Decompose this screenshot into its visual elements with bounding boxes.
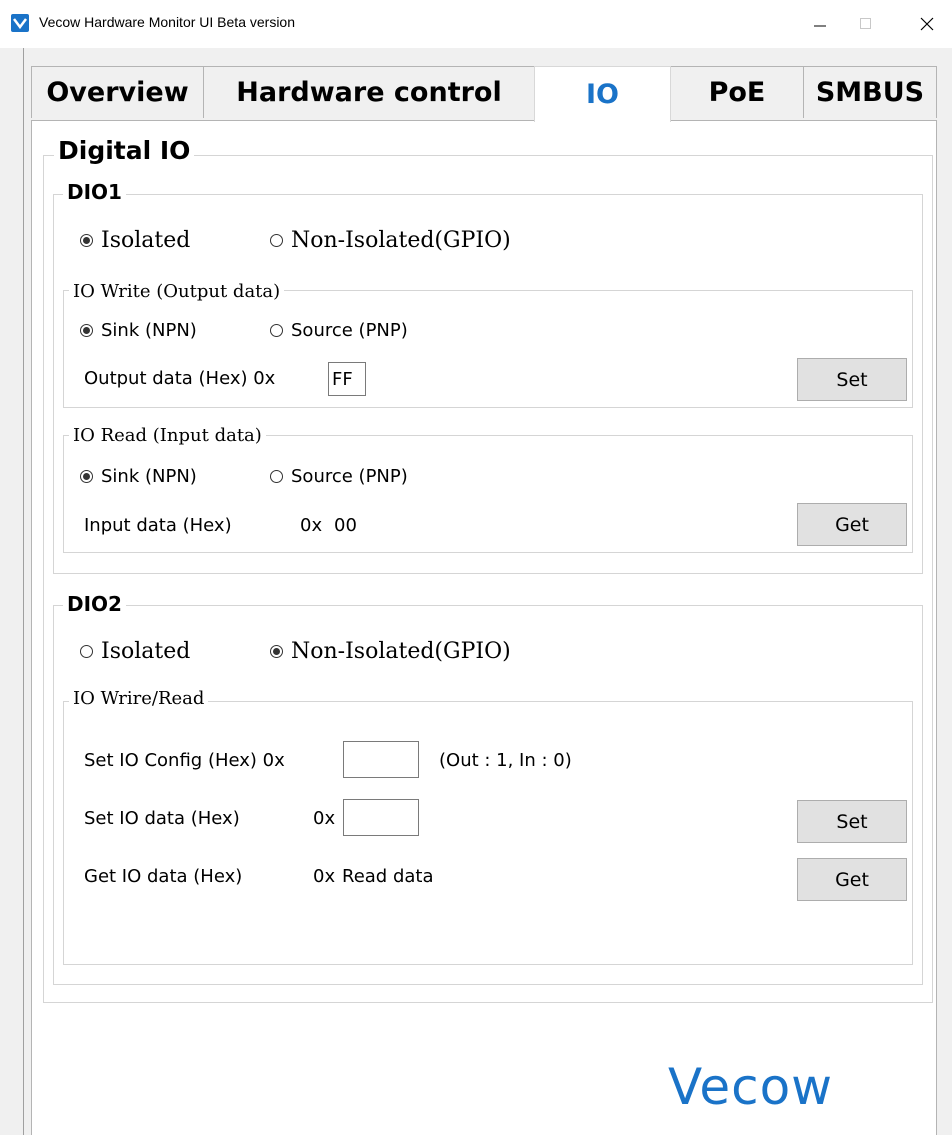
button-label: Set	[836, 810, 868, 833]
close-icon	[920, 17, 934, 31]
io-write-group	[63, 290, 913, 408]
dio1-non-isolated-radio[interactable]: Non-Isolated(GPIO)	[270, 228, 511, 253]
tab-hardware-control[interactable]: Hardware control	[203, 66, 535, 118]
dio2-set-button[interactable]: Set	[797, 800, 907, 843]
dio2-get-button[interactable]: Get	[797, 858, 907, 901]
radio-label: Source (PNP)	[291, 466, 408, 487]
tab-label: Overview	[46, 77, 189, 108]
output-data-input[interactable]	[328, 362, 366, 396]
dio1-isolated-radio[interactable]: Isolated	[80, 228, 190, 253]
radio-label: Sink (NPN)	[101, 466, 197, 487]
dio2-title: DIO2	[63, 592, 126, 616]
tab-label: IO	[586, 79, 619, 110]
window-title: Vecow Hardware Monitor UI Beta version	[39, 14, 295, 30]
radio-label: Non-Isolated(GPIO)	[291, 228, 511, 253]
io-config-label: Set IO Config (Hex) 0x	[84, 750, 285, 771]
set-io-data-label: Set IO data (Hex)	[84, 808, 240, 829]
io-config-input[interactable]	[343, 741, 419, 778]
radio-dot	[270, 645, 283, 658]
tab-overview[interactable]: Overview	[31, 66, 204, 118]
get-io-data-value: Read data	[342, 866, 434, 887]
dio2-non-isolated-radio[interactable]: Non-Isolated(GPIO)	[270, 639, 511, 664]
io-write-title: IO Write (Output data)	[69, 281, 285, 302]
get-io-data-prefix: 0x	[313, 866, 336, 887]
maximize-button[interactable]	[843, 0, 889, 48]
tab-label: Hardware control	[236, 77, 502, 108]
radio-dot	[80, 470, 93, 483]
set-io-data-prefix: 0x	[313, 808, 336, 829]
io-read-title: IO Read (Input data)	[69, 425, 266, 446]
tab-label: PoE	[708, 77, 766, 108]
radio-dot	[80, 645, 93, 658]
dio2-isolated-radio[interactable]: Isolated	[80, 639, 190, 664]
vecow-logo: Vecow	[668, 1058, 834, 1116]
dio1-set-button[interactable]: Set	[797, 358, 907, 401]
radio-dot	[270, 324, 283, 337]
radio-label: Source (PNP)	[291, 320, 408, 341]
output-data-label: Output data (Hex) 0x	[84, 368, 276, 389]
button-label: Get	[835, 868, 869, 891]
tab-label: SMBUS	[815, 77, 925, 108]
io-config-hint: (Out : 1, In : 0)	[439, 750, 572, 771]
dio1-get-button[interactable]: Get	[797, 503, 907, 546]
radio-label: Isolated	[101, 228, 191, 253]
radio-dot	[270, 234, 283, 247]
title-bar: Vecow Hardware Monitor UI Beta version	[0, 0, 952, 48]
io-write-read-title: IO Wrire/Read	[69, 688, 209, 709]
input-data-label: Input data (Hex)	[84, 515, 232, 536]
io-write-read-group	[63, 701, 913, 965]
app-icon	[11, 14, 29, 32]
minimize-icon	[814, 25, 826, 27]
radio-dot	[80, 324, 93, 337]
get-io-data-label: Get IO data (Hex)	[84, 866, 243, 887]
close-button[interactable]	[904, 0, 950, 48]
dio1-title: DIO1	[63, 180, 126, 204]
maximize-icon	[860, 18, 871, 29]
tab-io[interactable]: IO	[534, 66, 671, 122]
radio-dot	[270, 470, 283, 483]
tab-smbus[interactable]: SMBUS	[803, 66, 937, 118]
radio-dot	[80, 234, 93, 247]
radio-label: Non-Isolated(GPIO)	[291, 639, 511, 664]
minimize-button[interactable]	[797, 0, 843, 48]
input-data-value: 00	[334, 515, 357, 536]
write-source-radio[interactable]: Source (PNP)	[270, 320, 408, 341]
radio-label: Isolated	[101, 639, 191, 664]
input-data-prefix: 0x	[300, 515, 323, 536]
digital-io-title: Digital IO	[54, 136, 195, 165]
button-label: Get	[835, 513, 869, 536]
button-label: Set	[836, 368, 868, 391]
read-sink-radio[interactable]: Sink (NPN)	[80, 466, 197, 487]
tab-poe[interactable]: PoE	[670, 66, 804, 118]
radio-label: Sink (NPN)	[101, 320, 197, 341]
write-sink-radio[interactable]: Sink (NPN)	[80, 320, 197, 341]
read-source-radio[interactable]: Source (PNP)	[270, 466, 408, 487]
set-io-data-input[interactable]	[343, 799, 419, 836]
